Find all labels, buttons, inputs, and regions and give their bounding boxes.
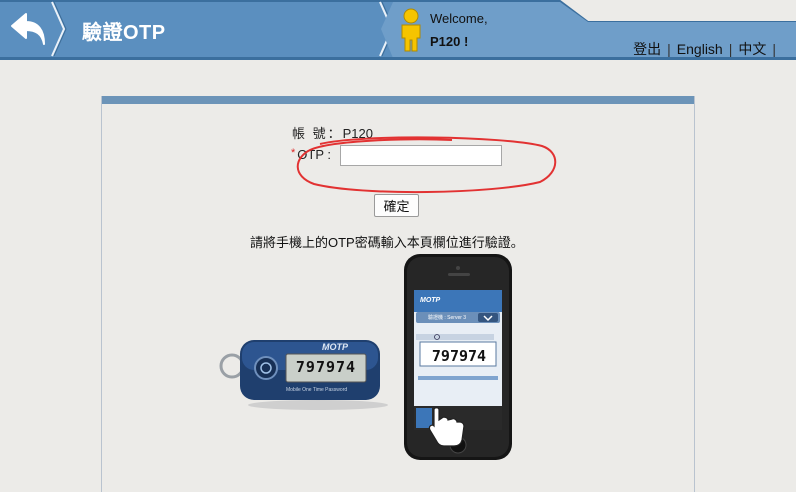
back-arrow-icon (11, 13, 45, 45)
token-code: 797974 (295, 358, 357, 376)
phone-server-label: 驗證機 : Server 3 (428, 315, 467, 321)
otp-input[interactable] (340, 145, 502, 166)
user-figure-icon (401, 8, 421, 52)
instruction-text: 請將手機上的OTP密碼輸入本頁欄位進行驗證。 (250, 235, 524, 250)
phone-code: 797974 (431, 347, 487, 365)
panel-top-bar (102, 96, 694, 104)
account-label: 帳 號： (292, 126, 343, 141)
username-text: P120 ! (430, 34, 469, 49)
account-value: P120 (342, 126, 373, 141)
welcome-text: Welcome, (430, 11, 488, 26)
english-link[interactable]: English (677, 41, 723, 57)
link-separator: | (728, 41, 733, 57)
page-title: 驗證OTP (82, 22, 166, 44)
confirm-button[interactable]: 確定 (374, 194, 419, 217)
back-button[interactable] (6, 8, 50, 52)
header-links: 登出 | English | 中文 | (633, 39, 782, 59)
token-brand: MOTP (322, 342, 348, 352)
link-separator: | (772, 41, 776, 57)
token-caption: Mobile One Time Password (286, 387, 348, 393)
header-bar: 驗證OTP Welcome, P120 ! 登出 | English | 中文 | (0, 0, 796, 60)
account-row: 帳 號：P120 (292, 123, 373, 142)
logout-link[interactable]: 登出 (633, 41, 661, 57)
phone-brand: MOTP (420, 297, 441, 304)
link-separator: | (667, 41, 671, 57)
otp-row: * OTP : (291, 147, 331, 162)
otp-label: OTP : (297, 147, 331, 162)
chinese-link[interactable]: 中文 (738, 41, 766, 57)
required-mark: * (291, 147, 296, 159)
